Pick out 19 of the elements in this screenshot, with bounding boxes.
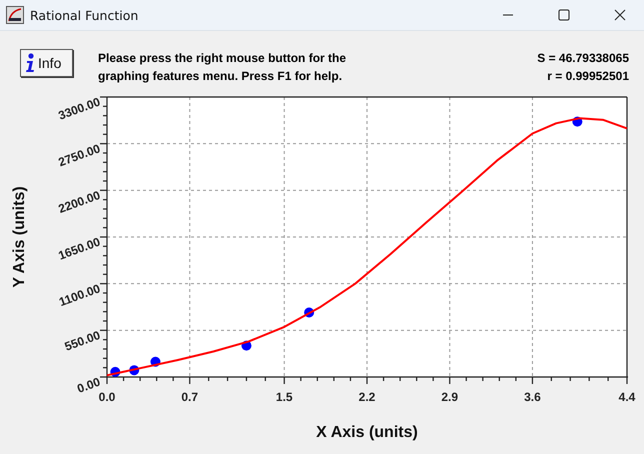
y-tick-label: 550.00 — [62, 328, 102, 354]
y-axis-title: Y Axis (units) — [11, 186, 28, 288]
app-icon — [6, 6, 24, 24]
info-icon — [25, 53, 35, 73]
x-tick-label: 0.7 — [181, 390, 198, 404]
close-icon[interactable] — [614, 9, 626, 21]
statistic-value: r = 0.99952501 — [547, 68, 629, 85]
window-title: Rational Function — [30, 8, 138, 22]
x-tick-label: 4.4 — [618, 390, 636, 404]
info-button[interactable]: Info — [20, 49, 73, 77]
x-tick-label: 3.6 — [524, 390, 541, 404]
x-tick-label: 2.9 — [441, 390, 458, 404]
maximize-icon[interactable] — [558, 9, 570, 21]
help-message: Please press the right mouse button for the graphing features menu. Press F1 for help. — [98, 50, 348, 85]
x-tick-label: 0.0 — [98, 390, 116, 404]
x-tick-label: 1.5 — [276, 390, 293, 404]
x-tick-label: 2.2 — [358, 390, 376, 404]
x-axis-title: X Axis (units) — [316, 424, 418, 441]
statistic-value: S = 46.79338065 — [537, 50, 629, 67]
